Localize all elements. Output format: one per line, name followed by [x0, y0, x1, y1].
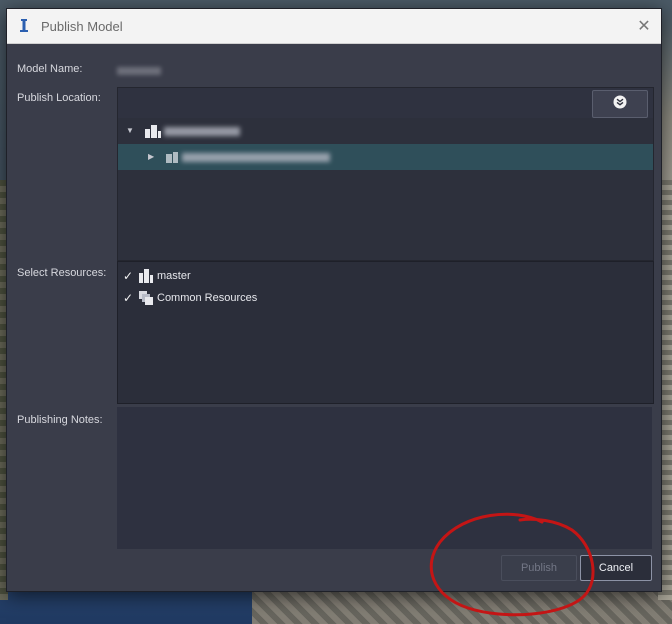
expand-arrow-right-icon[interactable]: ▶ [148, 152, 154, 161]
window-title: Publish Model [41, 18, 123, 34]
title-bar[interactable]: Publish Model ✕ [7, 9, 661, 44]
resources-icon [139, 291, 153, 305]
resource-label: master [157, 270, 191, 282]
cancel-button[interactable]: Cancel [580, 555, 652, 581]
tree-item-root-label [164, 127, 240, 136]
filter-expand-icon [613, 95, 627, 114]
resources-list[interactable]: ✓ master ✓ Common Resources [117, 261, 654, 404]
close-button[interactable]: ✕ [627, 9, 661, 43]
tree-item-root[interactable]: ▼ [118, 118, 653, 144]
app-info-icon [16, 18, 32, 34]
publishing-notes-textarea[interactable] [117, 407, 652, 549]
tree-item-child-label [182, 153, 330, 162]
expand-arrow-down-icon[interactable]: ▼ [126, 126, 134, 135]
server-icon [145, 124, 161, 143]
filter-button[interactable] [592, 90, 648, 118]
check-icon[interactable]: ✓ [123, 291, 135, 305]
model-icon [139, 269, 153, 283]
resource-label: Common Resources [157, 292, 258, 304]
select-resources-label: Select Resources: [17, 267, 107, 279]
model-name-value [117, 67, 161, 75]
publish-button[interactable]: Publish [501, 555, 577, 581]
tree-item-child-selected[interactable]: ▶ [118, 144, 653, 170]
location-search-row [118, 88, 653, 118]
check-icon[interactable]: ✓ [123, 269, 135, 283]
publish-location-tree[interactable]: ▼ ▶ [117, 87, 654, 261]
resource-item-common-resources[interactable]: ✓ Common Resources [123, 288, 257, 308]
resource-item-master[interactable]: ✓ master [123, 266, 191, 286]
publishing-notes-label: Publishing Notes: [17, 414, 103, 426]
folder-icon [166, 151, 180, 169]
model-name-label: Model Name: [17, 63, 83, 75]
publish-location-label: Publish Location: [17, 92, 101, 104]
publish-model-dialog: Publish Model ✕ Model Name: Publish Loca… [6, 8, 662, 592]
